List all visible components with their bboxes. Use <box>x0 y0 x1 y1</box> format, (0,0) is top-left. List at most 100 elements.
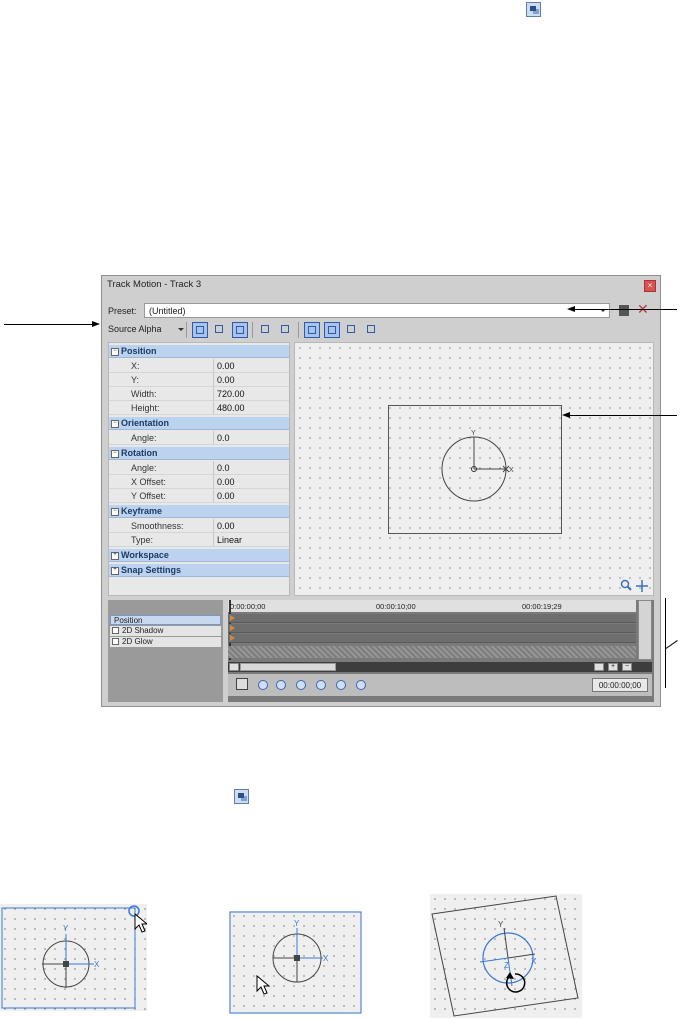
previous-keyframe-button[interactable] <box>276 680 286 690</box>
sync-cursor-icon[interactable] <box>236 678 248 690</box>
property-row-x-offset[interactable]: X Offset: 0.00 <box>109 475 289 489</box>
track-row-2d-glow[interactable]: 2D Glow <box>110 637 221 647</box>
thumbnail-move-example: Y X <box>229 911 362 1014</box>
chevron-down-icon <box>178 328 184 331</box>
scroll-left-button[interactable] <box>229 663 239 671</box>
property-key: Width: <box>131 389 157 399</box>
property-row-smoothness[interactable]: Smoothness: 0.00 <box>109 519 289 533</box>
x-axis-label: X <box>323 954 329 963</box>
collapse-icon[interactable]: − <box>111 420 119 428</box>
source-alpha-dropdown[interactable]: Source Alpha <box>108 324 162 334</box>
arrow-head <box>562 412 570 418</box>
scroll-thumb[interactable] <box>240 663 336 671</box>
first-keyframe-button[interactable] <box>258 680 268 690</box>
group-snap-settings[interactable]: + Snap Settings <box>109 564 289 577</box>
prevent-movement-y-button[interactable] <box>324 322 340 338</box>
thumbnail-resize-example: Y X <box>0 904 147 1011</box>
timeline-vertical-scrollbar[interactable] <box>638 600 652 660</box>
expand-icon[interactable]: + <box>111 567 119 575</box>
normal-edit-tool-button[interactable] <box>192 322 208 338</box>
property-value[interactable]: 0.00 <box>217 521 235 531</box>
property-row-width[interactable]: Width: 720.00 <box>109 387 289 401</box>
zoom-icon[interactable] <box>620 579 632 591</box>
property-value[interactable]: 0.0 <box>217 463 230 473</box>
zoom-in-timeline-button[interactable]: + <box>608 663 618 671</box>
prevent-movement-x-button[interactable] <box>304 322 320 338</box>
track-checkbox[interactable] <box>112 638 119 645</box>
property-row-angle[interactable]: Angle: 0.0 <box>109 431 289 445</box>
property-row-height[interactable]: Height: 480.00 <box>109 401 289 415</box>
last-keyframe-button[interactable] <box>316 680 326 690</box>
ruler-label: 00:00:10;00 <box>376 602 416 611</box>
next-keyframe-button[interactable] <box>296 680 306 690</box>
property-value[interactable]: 0.00 <box>217 361 235 371</box>
x-axis-label: X <box>509 467 514 474</box>
track-row-position[interactable]: Position <box>110 615 221 625</box>
property-value[interactable]: 0.00 <box>217 491 235 501</box>
keyframe-track[interactable] <box>228 614 636 623</box>
zoom-out-timeline-button[interactable]: − <box>622 663 632 671</box>
close-button[interactable]: × <box>644 280 656 292</box>
property-row-y[interactable]: Y: 0.00 <box>109 373 289 387</box>
collapse-icon[interactable]: − <box>111 508 119 516</box>
keyframe-markers[interactable] <box>230 614 238 648</box>
time-ruler[interactable]: 0:00:00;00 00:00:10;00 00:00:19;29 <box>228 600 636 612</box>
property-row-x[interactable]: X: 0.00 <box>109 359 289 373</box>
property-key: X: <box>131 361 140 371</box>
arrow-head <box>92 321 100 327</box>
track-row-2d-shadow[interactable]: 2D Shadow <box>110 626 221 636</box>
preset-label: Preset: <box>108 306 137 316</box>
property-key: Smoothness: <box>131 521 184 531</box>
track-motion-window: Track Motion - Track 3 × Preset: (Untitl… <box>101 275 661 707</box>
separator <box>298 322 299 338</box>
group-orientation[interactable]: − Orientation <box>109 417 289 430</box>
collapse-icon[interactable]: − <box>111 348 119 356</box>
property-value[interactable]: 0.00 <box>217 477 235 487</box>
property-value[interactable]: 0.00 <box>217 375 235 385</box>
group-keyframe[interactable]: − Keyframe <box>109 505 289 518</box>
y-axis-label: Y <box>498 920 504 929</box>
enable-snapping-button[interactable] <box>258 322 274 338</box>
property-row-y-offset[interactable]: Y Offset: 0.00 <box>109 489 289 503</box>
add-keyframe-button[interactable] <box>336 680 346 690</box>
property-key: Angle: <box>131 433 157 443</box>
property-value[interactable]: 0.0 <box>217 433 230 443</box>
expand-icon[interactable]: + <box>111 552 119 560</box>
title-bar: Track Motion - Track 3 × <box>102 276 660 294</box>
timeline-horizontal-scrollbar[interactable]: + − <box>228 662 652 672</box>
callout-line-frame <box>569 415 677 416</box>
group-label: Workspace <box>121 550 169 560</box>
x-axis-label: X <box>531 957 537 966</box>
lock-aspect-ratio-button[interactable] <box>344 322 360 338</box>
property-key: Y: <box>131 375 140 385</box>
enable-rotation-button[interactable] <box>232 322 248 338</box>
group-position[interactable]: − Position <box>109 345 289 358</box>
track-label: Position <box>114 616 143 625</box>
property-value[interactable]: 720.00 <box>217 389 245 399</box>
property-value[interactable]: Linear <box>217 535 242 545</box>
y-axis-label: Y <box>294 919 300 928</box>
property-key: Angle: <box>131 463 157 473</box>
callout-line-preset <box>573 309 677 310</box>
scroll-right-button[interactable] <box>594 663 604 671</box>
zoom-edit-tool-button[interactable] <box>212 322 228 338</box>
edit-in-object-space-button[interactable] <box>278 322 294 338</box>
group-label: Position <box>121 346 157 356</box>
collapse-icon[interactable]: − <box>111 450 119 458</box>
delete-keyframe-button[interactable] <box>356 680 366 690</box>
save-preset-icon[interactable] <box>619 305 629 316</box>
property-row-type[interactable]: Type: Linear <box>109 533 289 547</box>
keyframe-track[interactable] <box>228 624 636 633</box>
track-checkbox[interactable] <box>112 627 119 634</box>
group-rotation[interactable]: − Rotation <box>109 447 289 460</box>
scale-about-center-button[interactable] <box>364 322 380 338</box>
property-row-rotation-angle[interactable]: Angle: 0.0 <box>109 461 289 475</box>
property-value[interactable]: 480.00 <box>217 403 245 413</box>
keyframe-track[interactable] <box>228 634 636 643</box>
current-time-field[interactable]: 00:00:00;00 <box>592 678 648 692</box>
move-icon[interactable] <box>636 580 648 592</box>
ruler-label: 00:00:19;29 <box>522 602 562 611</box>
preset-dropdown[interactable]: (Untitled) <box>144 303 610 318</box>
workspace-canvas[interactable]: Y X <box>294 342 654 596</box>
group-workspace[interactable]: + Workspace <box>109 549 289 562</box>
